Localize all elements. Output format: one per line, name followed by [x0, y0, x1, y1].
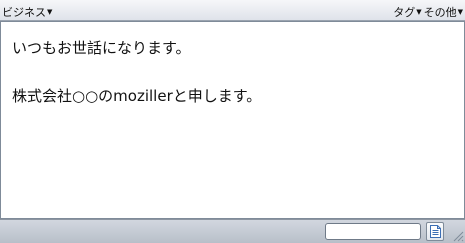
other-menu-label: その他 [423, 6, 457, 19]
status-input[interactable] [325, 223, 421, 240]
editor-line-1: いつもお世話になります。 [12, 39, 191, 57]
document-button[interactable] [426, 222, 444, 241]
editor-line-2: 株式会社○○のmozillerと申します。 [12, 87, 262, 105]
status-bar [0, 219, 465, 243]
dropdown-arrow-icon: ▼ [47, 8, 53, 16]
document-icon [430, 225, 441, 238]
resize-grip-icon[interactable] [452, 230, 464, 242]
dropdown-arrow-icon: ▼ [416, 8, 422, 16]
tags-menu-label: タグ [393, 6, 416, 19]
tags-menu-button[interactable]: タグ▼ [393, 6, 421, 19]
other-menu-button[interactable]: その他▼ [424, 6, 463, 19]
dropdown-arrow-icon: ▼ [457, 8, 463, 16]
toolbar-right-group: タグ▼ その他▼ [393, 4, 463, 20]
toolbar: ビジネス▼ タグ▼ その他▼ [0, 0, 465, 21]
message-editor[interactable]: いつもお世話になります。 株式会社○○のmozillerと申します。 [0, 21, 465, 219]
business-menu-button[interactable]: ビジネス▼ [2, 4, 52, 20]
business-menu-label: ビジネス [2, 6, 46, 19]
